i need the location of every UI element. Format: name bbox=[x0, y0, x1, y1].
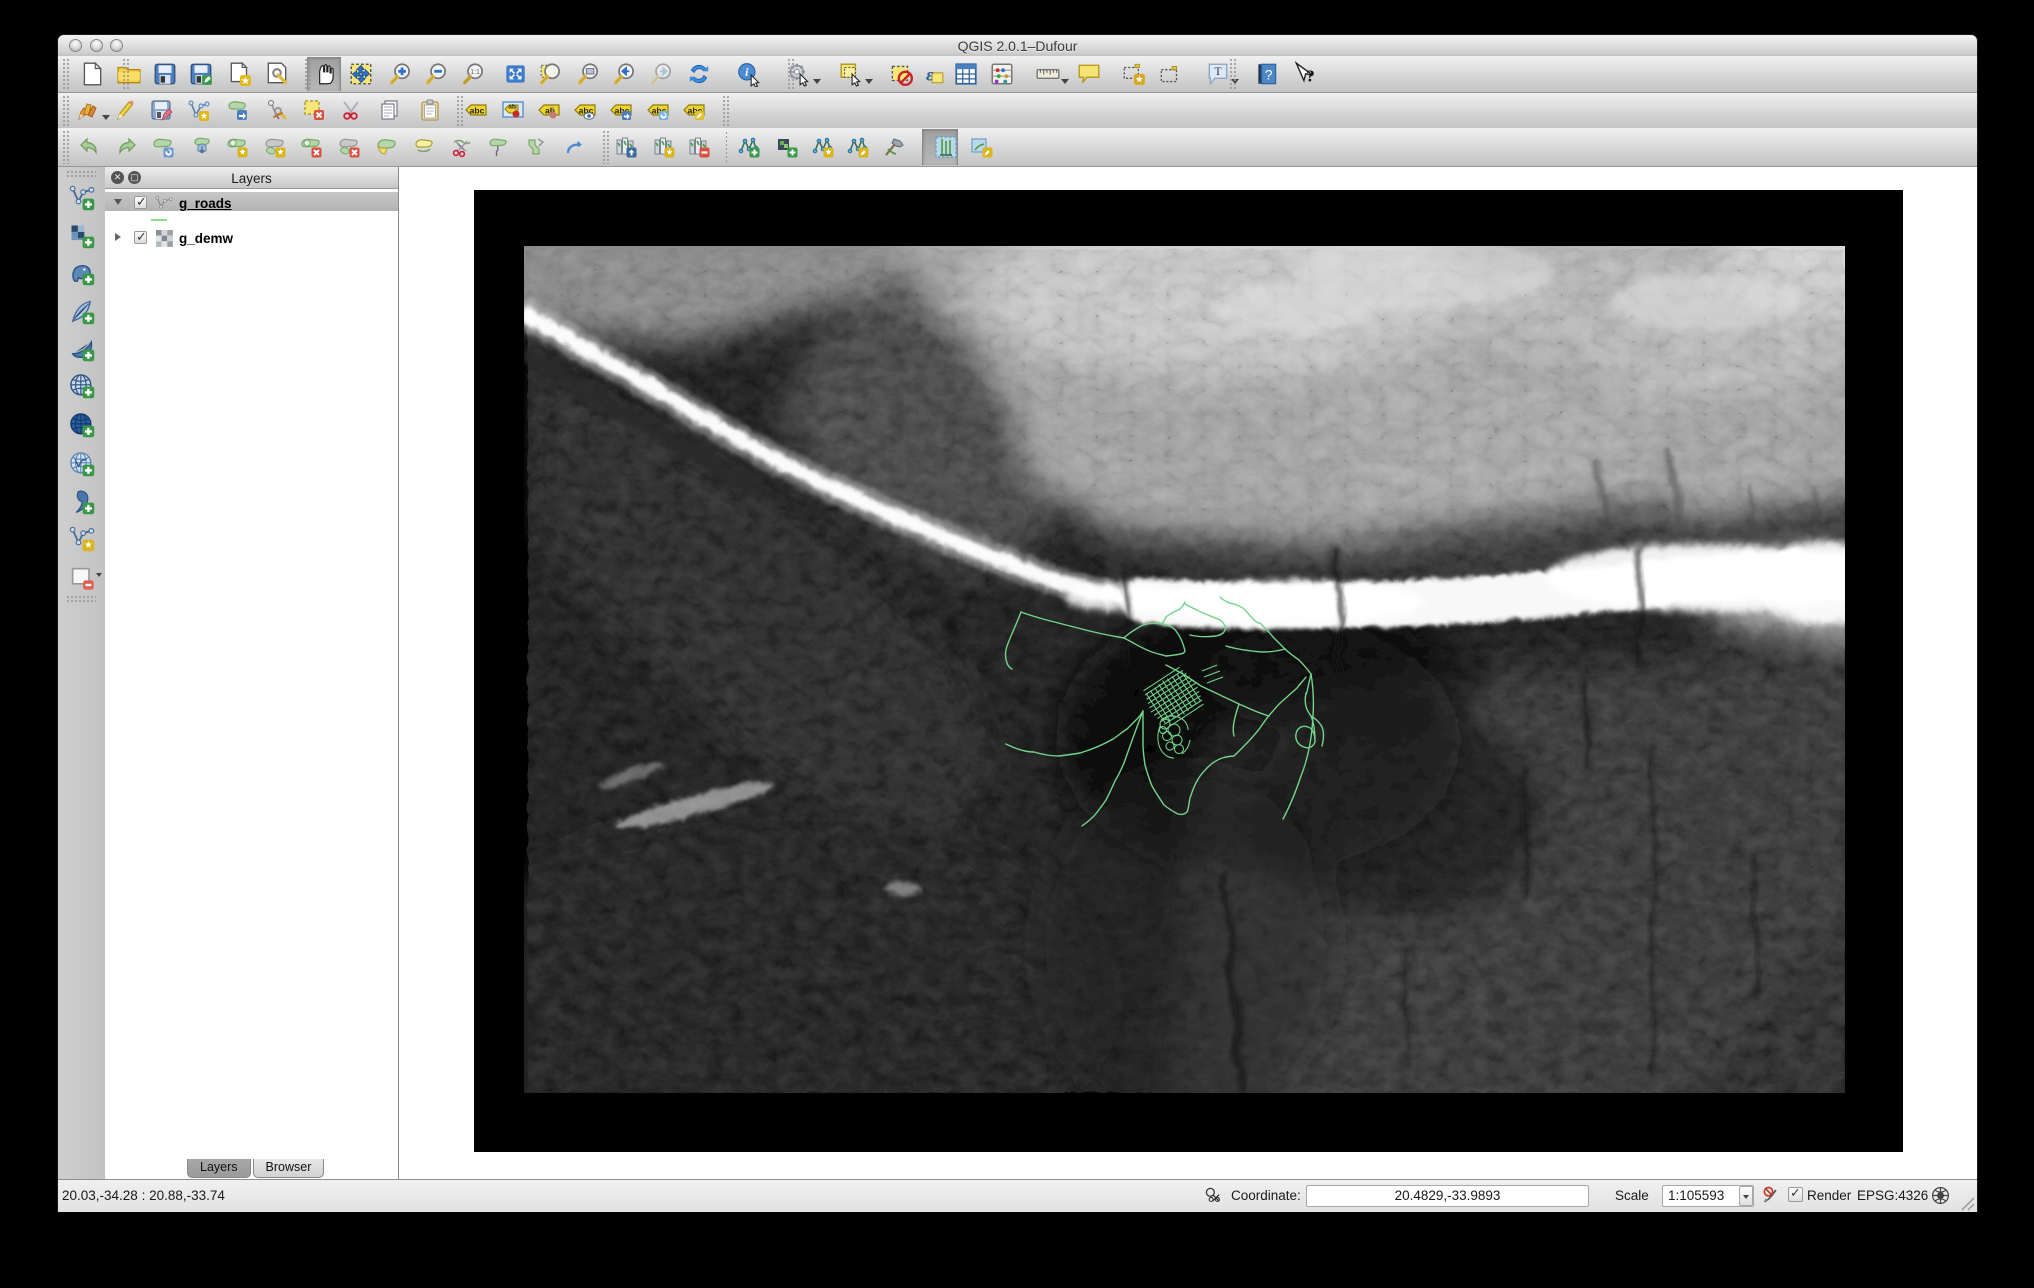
svg-text:abc: abc bbox=[470, 106, 485, 116]
svg-text:ε: ε bbox=[926, 65, 934, 85]
svg-text:ab: ab bbox=[508, 104, 516, 111]
svg-text:?: ? bbox=[1306, 67, 1315, 86]
svg-text:T: T bbox=[1214, 64, 1222, 78]
svg-text:?: ? bbox=[1265, 66, 1273, 82]
svg-text:1:1: 1:1 bbox=[470, 69, 480, 76]
